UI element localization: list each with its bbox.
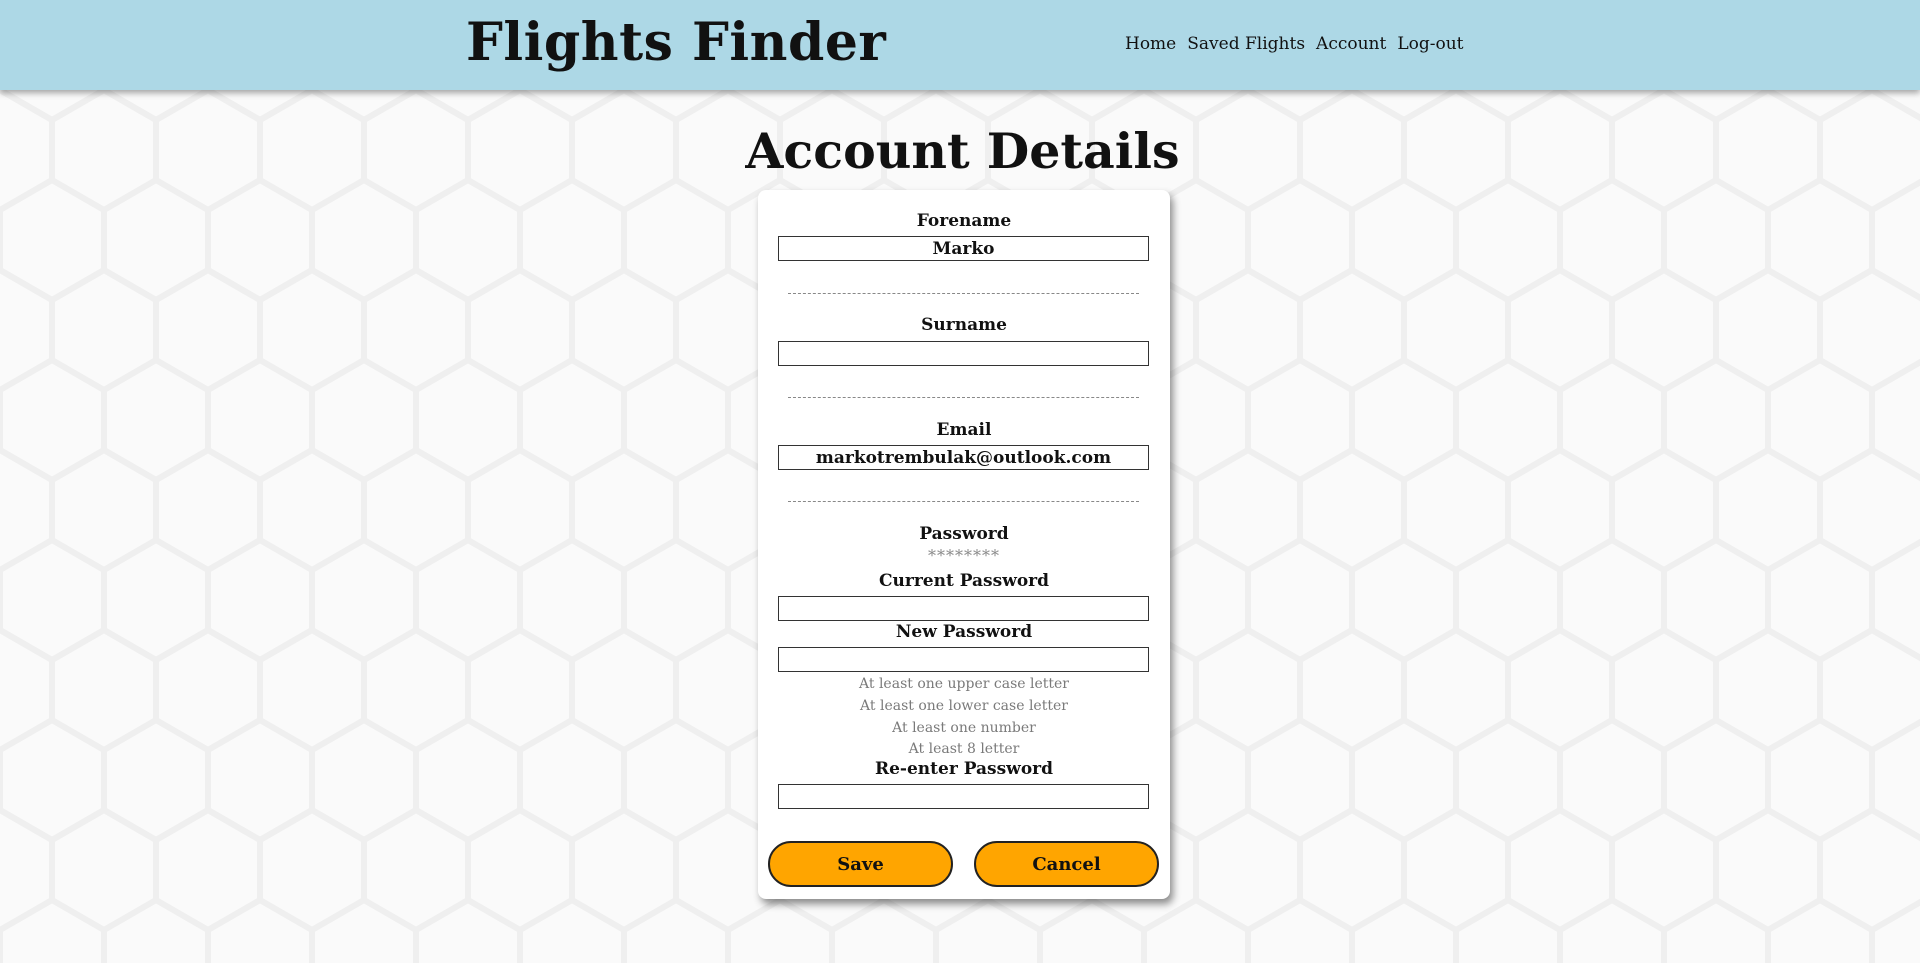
forename-input[interactable] (778, 236, 1149, 261)
divider (788, 293, 1139, 294)
surname-label: Surname (921, 315, 1007, 335)
site-header: Flights Finder Home Saved Flights Accoun… (0, 0, 1920, 90)
nav-home-link[interactable]: Home (1125, 30, 1176, 58)
cancel-button[interactable]: Cancel (974, 841, 1159, 887)
main-nav: Home Saved Flights Account Log-out (1125, 30, 1464, 58)
save-button[interactable]: Save (768, 841, 953, 887)
divider (788, 501, 1139, 502)
password-requirement-length: At least 8 letter (908, 741, 1020, 757)
account-details-card: Forename Surname Email Password ********… (758, 190, 1170, 899)
page-title: Account Details (745, 122, 1180, 180)
password-requirement-number: At least one number (892, 720, 1036, 736)
password-requirement-uppercase: At least one upper case letter (859, 676, 1069, 692)
nav-account-link[interactable]: Account (1316, 30, 1386, 58)
email-input[interactable] (778, 445, 1149, 470)
nav-logout-link[interactable]: Log-out (1397, 30, 1463, 58)
reenter-password-label: Re-enter Password (874, 759, 1054, 779)
reenter-password-input[interactable] (778, 784, 1149, 809)
current-password-input[interactable] (778, 596, 1149, 621)
password-requirement-lowercase: At least one lower case letter (860, 698, 1068, 714)
new-password-input[interactable] (778, 647, 1149, 672)
forename-label: Forename (916, 211, 1012, 231)
surname-input[interactable] (778, 341, 1149, 366)
password-label: Password (919, 524, 1009, 544)
nav-saved-flights-link[interactable]: Saved Flights (1187, 30, 1305, 58)
password-masked-value: ******** (928, 546, 1000, 565)
email-label: Email (936, 420, 992, 440)
site-title[interactable]: Flights Finder (466, 8, 886, 78)
divider (788, 397, 1139, 398)
new-password-label: New Password (895, 622, 1033, 642)
current-password-label: Current Password (878, 571, 1050, 591)
